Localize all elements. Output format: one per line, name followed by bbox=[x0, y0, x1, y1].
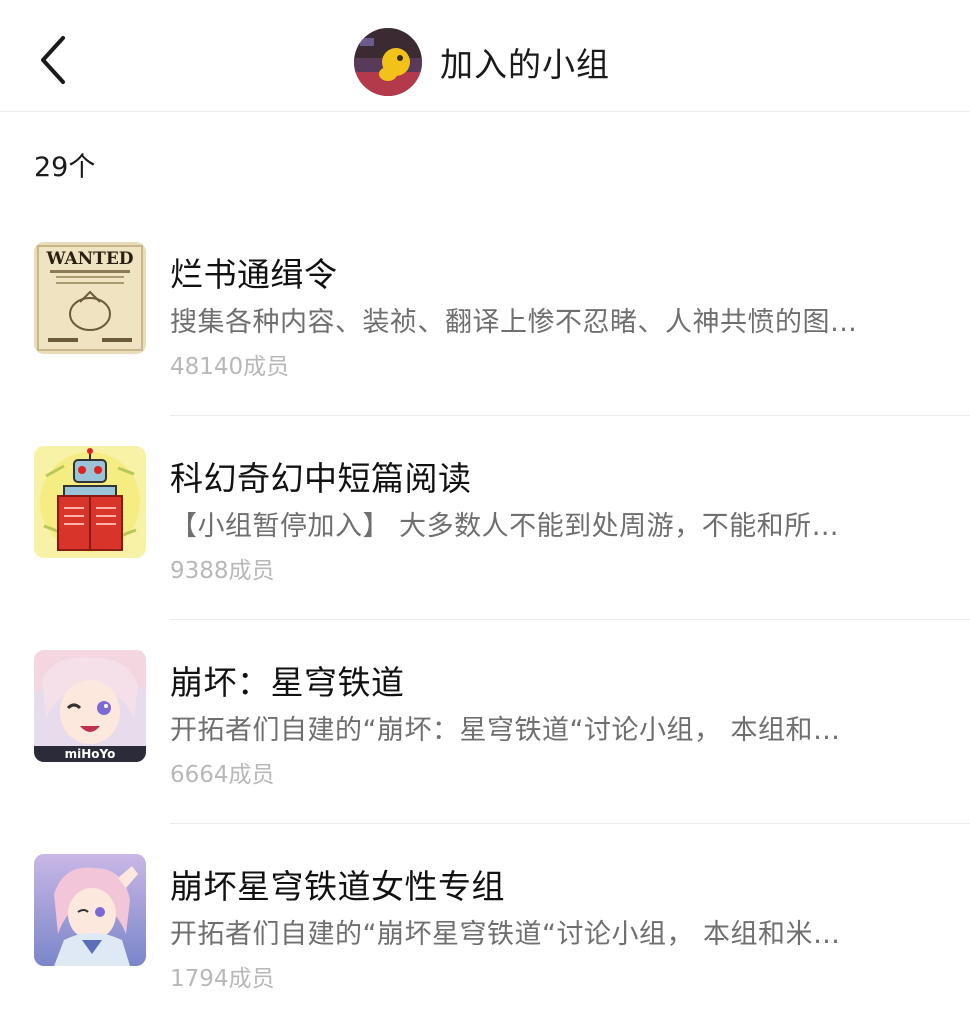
group-name: 科幻奇幻中短篇阅读 bbox=[170, 459, 472, 498]
mihoyo-logo-text: miHoYo bbox=[65, 747, 116, 761]
group-member-count: 9388成员 bbox=[170, 558, 275, 584]
group-thumbnail bbox=[34, 854, 146, 966]
user-avatar[interactable] bbox=[354, 28, 422, 96]
group-thumbnail bbox=[34, 446, 146, 558]
group-member-count: 6664成员 bbox=[170, 762, 275, 788]
group-count: 29个 bbox=[34, 152, 96, 183]
title-group: 加入的小组 bbox=[354, 28, 610, 96]
group-thumbnail: WANTED bbox=[34, 242, 146, 354]
page-title: 加入的小组 bbox=[440, 45, 610, 84]
group-item-starrail[interactable]: miHoYo 崩坏：星穹铁道 开拓者们自建的“崩坏：星穹铁道“讨论小组， 本组和… bbox=[0, 620, 970, 824]
group-description: 搜集各种内容、装祯、翻译上惨不忍睹、人神共愤的图… bbox=[170, 307, 858, 338]
group-list: WANTED 烂书通缉令 搜集各种内容、装祯、翻译上惨不忍睹、人神共愤的图… 4… bbox=[0, 212, 970, 1028]
back-button[interactable] bbox=[28, 30, 78, 90]
group-description: 【小组暂停加入】 大多数人不能到处周游，不能和所… bbox=[170, 511, 840, 542]
group-description: 开拓者们自建的“崩坏：星穹铁道“讨论小组， 本组和… bbox=[170, 715, 841, 746]
group-item-scifi[interactable]: 科幻奇幻中短篇阅读 【小组暂停加入】 大多数人不能到处周游，不能和所… 9388… bbox=[0, 416, 970, 620]
group-item-starrail-female[interactable]: 崩坏星穹铁道女性专组 开拓者们自建的“崩坏星穹铁道“讨论小组， 本组和米… 17… bbox=[0, 824, 970, 1028]
group-member-count: 1794成员 bbox=[170, 966, 275, 992]
top-nav-bar: 加入的小组 bbox=[0, 0, 970, 112]
group-member-count: 48140成员 bbox=[170, 354, 290, 380]
group-name: 烂书通缉令 bbox=[170, 255, 338, 294]
group-thumbnail: miHoYo bbox=[34, 650, 146, 762]
group-description: 开拓者们自建的“崩坏星穹铁道“讨论小组， 本组和米… bbox=[170, 919, 841, 950]
group-item-lanshu[interactable]: WANTED 烂书通缉令 搜集各种内容、装祯、翻译上惨不忍睹、人神共愤的图… 4… bbox=[0, 212, 970, 416]
group-name: 崩坏星穹铁道女性专组 bbox=[170, 867, 505, 906]
group-name: 崩坏：星穹铁道 bbox=[170, 663, 405, 702]
wanted-text: WANTED bbox=[45, 249, 133, 269]
chevron-left-icon bbox=[41, 36, 65, 84]
